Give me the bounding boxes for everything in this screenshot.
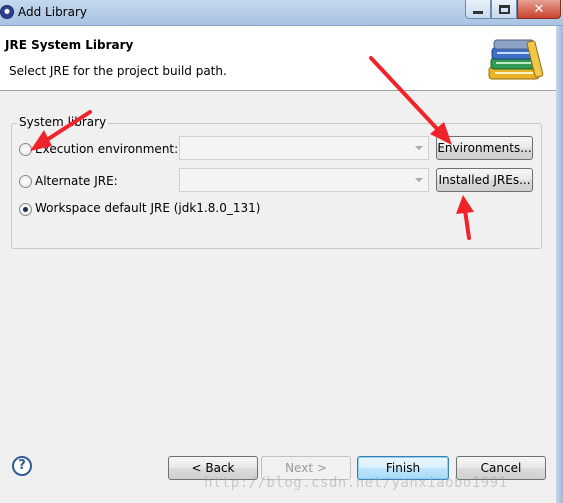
- execution-environment-combo[interactable]: [179, 136, 429, 160]
- minimize-button[interactable]: [465, 0, 491, 19]
- installed-jres-button[interactable]: Installed JREs...: [436, 168, 533, 192]
- close-icon: ✕: [533, 1, 545, 17]
- chevron-down-icon: [415, 178, 423, 182]
- watermark: http://blog.csdn.net/yanxiaobo1991: [204, 475, 508, 491]
- environments-button[interactable]: Environments...: [436, 136, 533, 160]
- dialog-body: JRE System Library Select JRE for the pr…: [0, 26, 556, 503]
- title-bar[interactable]: Add Library ✕: [0, 0, 563, 26]
- close-button[interactable]: ✕: [517, 0, 561, 19]
- system-library-label: System library: [17, 115, 109, 129]
- maximize-button[interactable]: [491, 0, 517, 19]
- minimize-icon: [473, 10, 483, 14]
- add-library-dialog: Add Library ✕ JRE System Library Select …: [0, 0, 563, 503]
- execution-environment-label: Execution environment:: [35, 142, 179, 156]
- alternate-jre-label: Alternate JRE:: [35, 174, 118, 188]
- chevron-down-icon: [415, 146, 423, 150]
- eclipse-icon: [0, 5, 14, 19]
- help-icon[interactable]: ?: [12, 456, 32, 476]
- page-description: Select JRE for the project build path.: [9, 64, 227, 78]
- alternate-jre-combo[interactable]: [179, 168, 429, 192]
- window-border: [556, 26, 563, 503]
- wizard-header: JRE System Library Select JRE for the pr…: [0, 26, 556, 91]
- execution-environment-radio[interactable]: [19, 143, 32, 156]
- maximize-icon: [498, 4, 510, 14]
- workspace-default-jre-radio[interactable]: [19, 203, 32, 216]
- window-controls: ✕: [465, 0, 561, 20]
- library-books-icon: [488, 39, 544, 80]
- window-title: Add Library: [18, 5, 88, 19]
- page-title: JRE System Library: [5, 38, 134, 52]
- alternate-jre-radio[interactable]: [19, 175, 32, 188]
- workspace-default-jre-label: Workspace default JRE (jdk1.8.0_131): [35, 201, 261, 215]
